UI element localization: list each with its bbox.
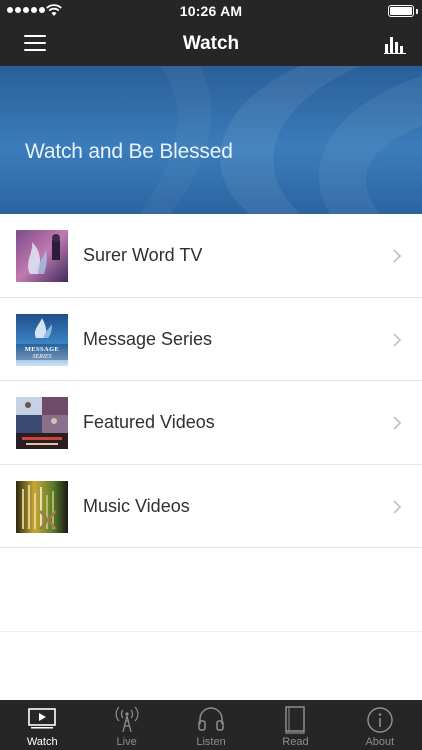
tab-watch[interactable]: Watch xyxy=(0,700,84,750)
chevron-right-icon xyxy=(393,249,402,263)
video-category-list: Surer Word TV MESSAGE SERIES Message Ser… xyxy=(0,214,422,632)
tab-live[interactable]: Live xyxy=(84,700,168,750)
list-item-message-series[interactable]: MESSAGE SERIES Message Series xyxy=(0,297,422,381)
info-icon xyxy=(367,707,393,733)
navigation-bar: Watch xyxy=(0,22,422,66)
top-bar: 10:26 AM Watch xyxy=(0,0,422,66)
status-time: 10:26 AM xyxy=(179,3,243,19)
broadcast-tower-icon xyxy=(115,706,139,733)
book-icon xyxy=(285,706,306,734)
svg-text:MESSAGE: MESSAGE xyxy=(25,346,60,353)
list-item-music-videos[interactable]: Music Videos xyxy=(0,464,422,548)
svg-text:SERIES: SERIES xyxy=(33,354,52,360)
list-item-label: Surer Word TV xyxy=(83,245,203,265)
surer-word-tv-thumbnail xyxy=(16,230,68,282)
tab-listen[interactable]: Listen xyxy=(169,700,253,750)
list-item-featured-videos[interactable]: Featured Videos xyxy=(0,381,422,465)
music-videos-thumbnail xyxy=(16,480,68,533)
headphones-icon xyxy=(198,707,224,731)
featured-videos-thumbnail xyxy=(16,397,68,449)
list-item-label: Music Videos xyxy=(83,495,190,516)
empty-list-row xyxy=(0,548,422,632)
tab-label: Read xyxy=(282,736,309,748)
hero-tagline: Watch and Be Blessed xyxy=(25,140,233,163)
tab-label: Live xyxy=(116,736,137,748)
tab-label: Watch xyxy=(26,736,58,748)
tab-about[interactable]: About xyxy=(338,700,422,750)
tab-label: Listen xyxy=(196,736,226,748)
chevron-right-icon xyxy=(393,499,402,514)
chevron-right-icon xyxy=(393,416,402,430)
message-series-thumbnail: MESSAGE SERIES xyxy=(16,313,68,366)
tab-bar: Watch Live Listen Read About xyxy=(0,700,422,750)
tab-read[interactable]: Read xyxy=(253,700,337,750)
page-title: Watch xyxy=(182,33,240,54)
tab-label: About xyxy=(365,736,395,748)
status-bar: 10:26 AM xyxy=(0,0,422,22)
hero-banner: Watch and Be Blessed xyxy=(0,66,422,214)
chevron-right-icon xyxy=(393,332,402,347)
list-item-label: Featured Videos xyxy=(83,412,215,432)
battery-icon xyxy=(388,5,414,17)
bar-chart-icon[interactable] xyxy=(384,34,406,54)
list-item-label: Message Series xyxy=(83,328,213,349)
list-item-surer-word-tv[interactable]: Surer Word TV xyxy=(0,214,422,298)
play-screen-icon xyxy=(28,708,57,729)
